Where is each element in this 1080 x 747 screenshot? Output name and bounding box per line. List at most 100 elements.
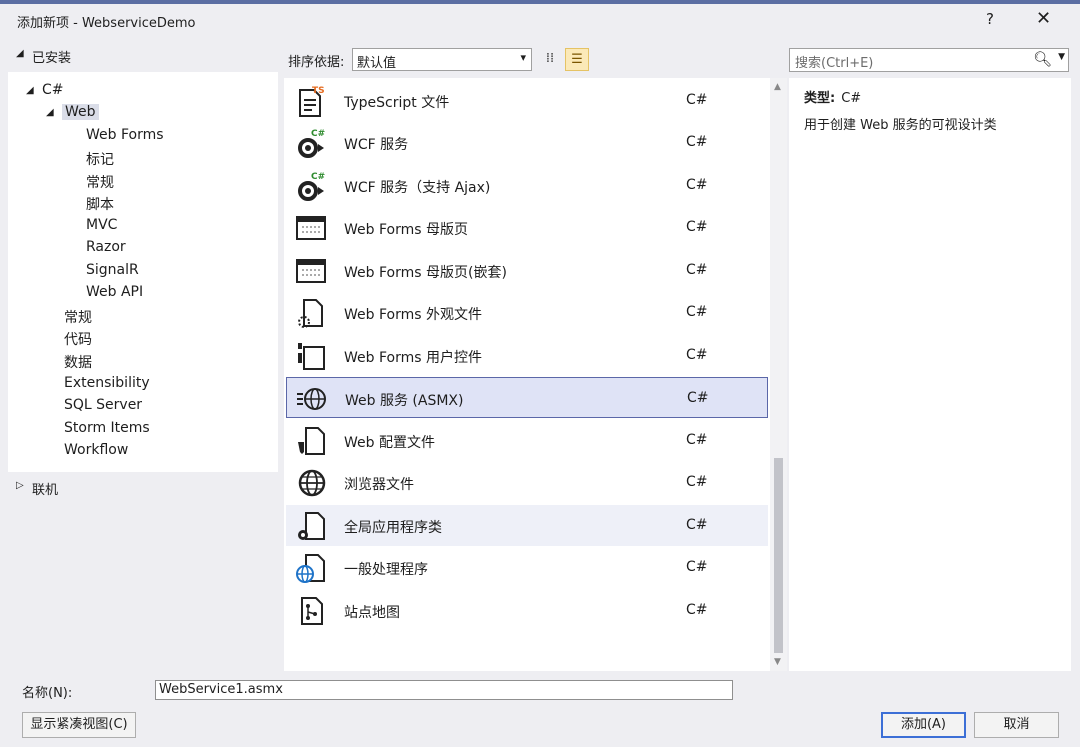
online-header[interactable]: ▷ 联机	[8, 474, 278, 502]
tree-item-label: Web	[62, 104, 99, 120]
tree-item-web-forms[interactable]: Web Forms	[86, 127, 164, 143]
search-options-icon[interactable]: ▼	[1058, 52, 1065, 62]
collapse-arrow-icon[interactable]: ◢	[16, 48, 24, 59]
list-item[interactable]: C# WCF 服务 C#	[286, 122, 768, 163]
scroll-up-icon[interactable]: ▲	[774, 82, 781, 92]
search-icon[interactable]: 🔍︎	[1033, 50, 1052, 68]
template-language: C#	[686, 432, 708, 448]
template-language: C#	[686, 602, 708, 618]
expanded-arrow-icon[interactable]: ◢	[46, 107, 54, 118]
name-field[interactable]: WebService1.asmx	[155, 680, 733, 700]
svg-text:C#: C#	[311, 172, 325, 182]
template-language: C#	[686, 177, 708, 193]
installed-label: 已安装	[32, 51, 72, 66]
expand-arrow-icon[interactable]: ▷	[16, 480, 24, 491]
installed-header[interactable]: ◢ 已安装	[8, 42, 278, 72]
grid-view-button[interactable]: ⁞⁞	[538, 48, 562, 71]
scrollbar-thumb[interactable]	[774, 458, 783, 653]
list-item[interactable]: Web Forms 母版页(嵌套) C#	[286, 250, 768, 291]
nested-master-page-icon	[296, 259, 326, 283]
tree-item-web-general[interactable]: 常规	[86, 172, 114, 192]
tree-item-workflow[interactable]: Workflow	[64, 442, 128, 458]
add-new-item-dialog: 添加新项 - WebserviceDemo ? ✕ ◢ 已安装 ◢ C# ◢ W…	[0, 0, 1080, 747]
title-bar: 添加新项 - WebserviceDemo ? ✕	[0, 4, 1080, 38]
help-button[interactable]: ?	[986, 10, 994, 28]
template-name: Web Forms 母版页(嵌套)	[344, 265, 507, 281]
template-name: WCF 服务	[344, 137, 409, 153]
expanded-arrow-icon[interactable]: ◢	[26, 85, 34, 96]
close-button[interactable]: ✕	[1036, 8, 1051, 29]
sitemap-icon	[301, 597, 323, 625]
tree-item-razor[interactable]: Razor	[86, 239, 126, 255]
sort-select[interactable]: 默认值 ▾	[352, 48, 532, 71]
template-language: C#	[687, 390, 709, 406]
list-item[interactable]: TS TypeScript 文件 C#	[286, 80, 768, 121]
tree-item-markup[interactable]: 标记	[86, 149, 114, 169]
type-label: 类型:	[804, 91, 836, 106]
template-language: C#	[686, 262, 708, 278]
tree-item-storm-items[interactable]: Storm Items	[64, 420, 150, 436]
web-service-icon	[297, 388, 326, 410]
scroll-down-icon[interactable]: ▼	[774, 657, 781, 667]
browser-file-icon	[298, 469, 326, 497]
tree-item-web-api[interactable]: Web API	[86, 284, 143, 300]
list-item[interactable]: Web 配置文件 C#	[286, 420, 768, 461]
tree-item-sql-server[interactable]: SQL Server	[64, 397, 142, 413]
sort-label: 排序依据:	[288, 55, 345, 70]
list-scrollbar[interactable]: ▲ ▼	[770, 78, 787, 671]
tree-item-script[interactable]: 脚本	[86, 194, 114, 214]
online-label: 联机	[32, 483, 59, 498]
generic-handler-icon	[296, 554, 325, 583]
tree-item-csharp[interactable]: ◢ C#	[26, 82, 64, 98]
list-view-button[interactable]: ☰	[565, 48, 589, 71]
wcf-ajax-service-icon: C#	[298, 172, 325, 201]
tree-item-code[interactable]: 代码	[64, 329, 92, 349]
search-input[interactable]: 搜索(Ctrl+E)	[795, 56, 873, 71]
list-item[interactable]: C# WCF 服务（支持 Ajax) C#	[286, 165, 768, 206]
list-item[interactable]: 浏览器文件 C#	[286, 462, 768, 503]
list-item[interactable]: Web Forms 用户控件 C#	[286, 335, 768, 376]
list-item[interactable]: Web Forms 母版页 C#	[286, 207, 768, 248]
list-item-selected[interactable]: Web 服务 (ASMX) C#	[286, 377, 768, 418]
wcf-service-icon: C#	[298, 129, 325, 158]
template-language: C#	[686, 517, 708, 533]
user-control-icon	[298, 343, 325, 370]
category-tree: ◢ C# ◢ Web Web Forms 标记 常规 脚本 MVC Razor …	[8, 72, 278, 472]
template-name: Web Forms 用户控件	[344, 350, 482, 366]
svg-text:TS: TS	[312, 86, 325, 96]
template-name: Web 配置文件	[344, 435, 435, 451]
tree-item-label: C#	[42, 82, 64, 98]
add-button[interactable]: 添加(A)	[881, 712, 966, 738]
template-list: TS TypeScript 文件 C# C# WCF 服务 C# C# WCF …	[284, 78, 770, 671]
skin-file-icon	[298, 299, 323, 328]
template-description: 用于创建 Web 服务的可视设计类	[804, 118, 997, 133]
search-box[interactable]: 搜索(Ctrl+E) 🔍︎ ▼	[789, 48, 1069, 72]
template-language: C#	[686, 92, 708, 108]
list-item[interactable]: Web Forms 外观文件 C#	[286, 292, 768, 333]
svg-text:C#: C#	[311, 129, 325, 139]
dropdown-arrow-icon: ▾	[520, 51, 526, 64]
cancel-button[interactable]: 取消	[974, 712, 1059, 738]
compact-view-button[interactable]: 显示紧凑视图(C)	[22, 712, 136, 738]
template-name: WCF 服务（支持 Ajax)	[344, 180, 491, 196]
web-config-icon	[298, 427, 325, 455]
template-name: 站点地图	[344, 605, 400, 621]
list-item[interactable]: 全局应用程序类 C#	[286, 505, 768, 546]
list-item[interactable]: 站点地图 C#	[286, 590, 768, 631]
template-language: C#	[686, 559, 708, 575]
tree-item-data[interactable]: 数据	[64, 352, 92, 372]
tree-item-general[interactable]: 常规	[64, 307, 92, 327]
master-page-icon	[296, 216, 326, 240]
list-view-icon: ☰	[571, 52, 583, 67]
tree-item-web[interactable]: ◢ Web	[46, 104, 99, 120]
list-item[interactable]: 一般处理程序 C#	[286, 547, 768, 588]
tree-item-mvc[interactable]: MVC	[86, 217, 117, 233]
template-name: 浏览器文件	[344, 477, 414, 493]
template-name: Web Forms 外观文件	[344, 307, 482, 323]
template-language: C#	[686, 219, 708, 235]
tree-item-signalr[interactable]: SignalR	[86, 262, 139, 278]
template-language: C#	[686, 347, 708, 363]
tree-item-extensibility[interactable]: Extensibility	[64, 375, 150, 391]
typescript-file-icon: TS	[299, 86, 325, 117]
template-name: Web 服务 (ASMX)	[345, 393, 464, 409]
